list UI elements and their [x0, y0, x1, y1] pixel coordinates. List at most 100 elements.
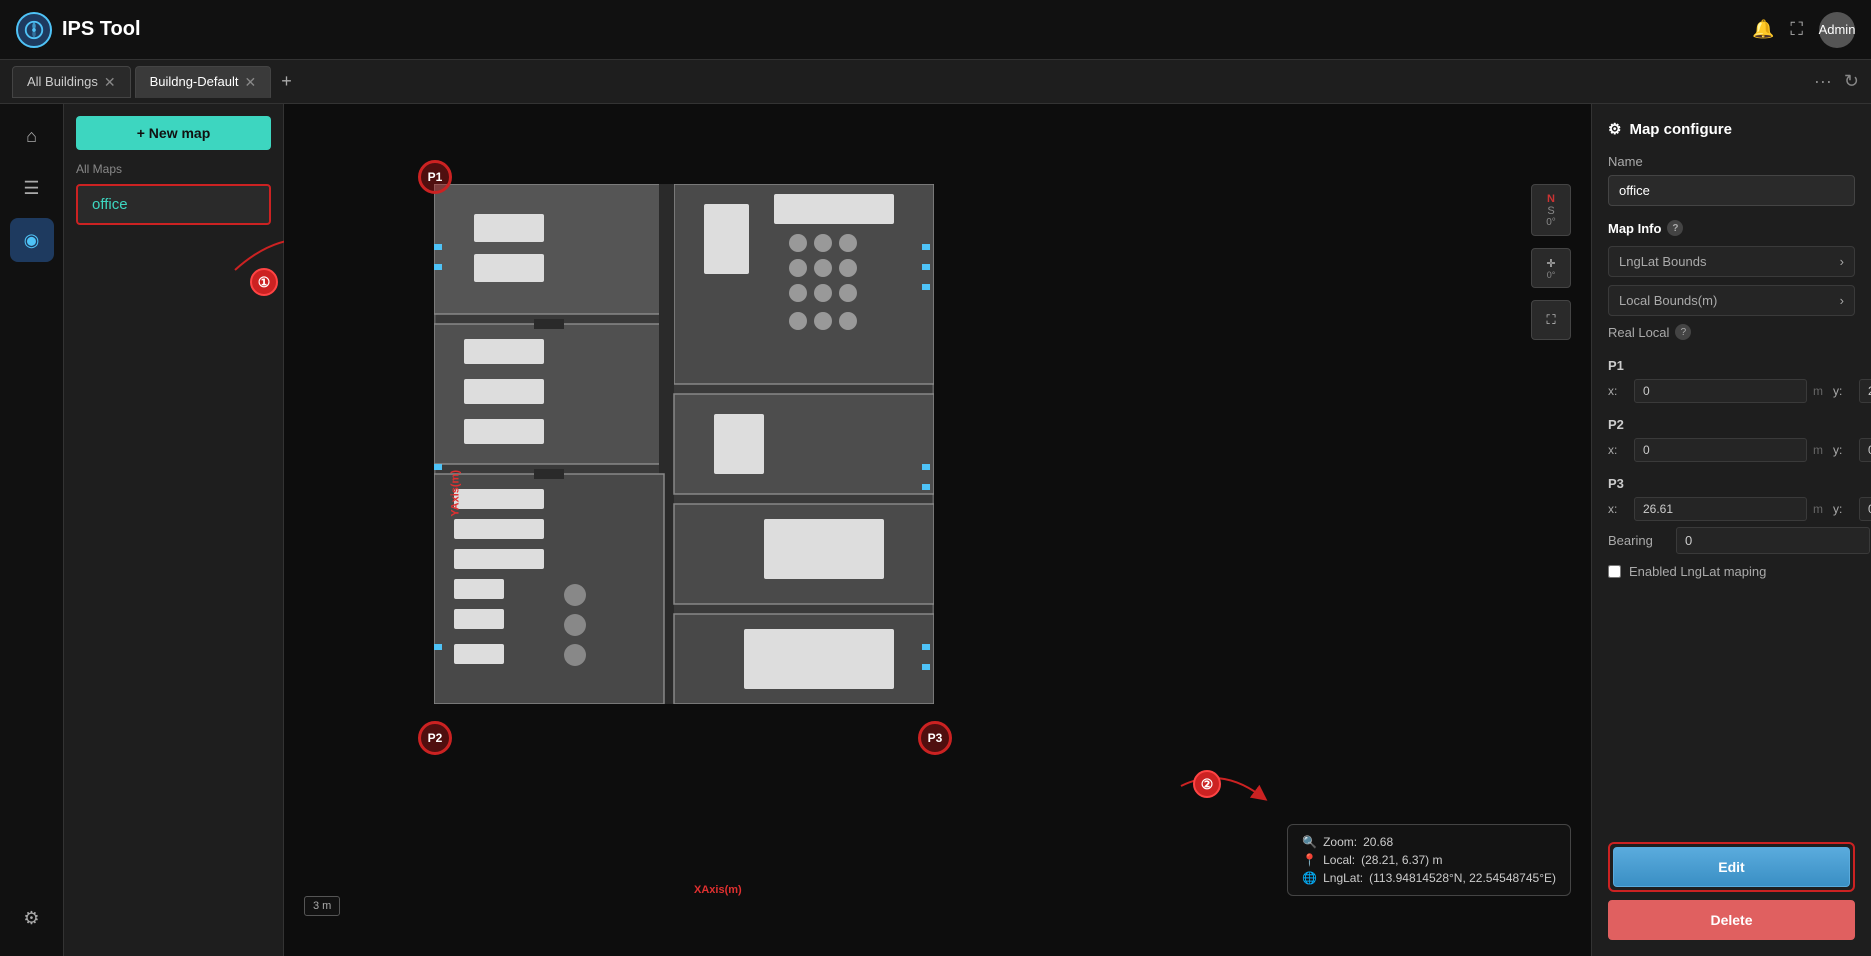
new-map-button[interactable]: + New map [76, 116, 271, 150]
tab-label: Buildng-Default [150, 74, 239, 89]
lnglat-icon: 🌐 [1302, 871, 1317, 885]
zoom-label: Zoom: [1323, 835, 1357, 849]
p1-marker: P1 [418, 160, 452, 194]
p3-x-unit: m [1813, 502, 1827, 516]
lnglat-bounds-label: LngLat Bounds [1619, 254, 1706, 269]
p3-x-input[interactable] [1634, 497, 1807, 521]
local-bounds-label: Local Bounds(m) [1619, 293, 1717, 308]
app-logo [16, 12, 52, 48]
sidebar-item-list[interactable]: ☰ [10, 166, 54, 210]
lnglat-bounds-row[interactable]: LngLat Bounds › [1608, 246, 1855, 277]
annotation-arrow-2 [1181, 756, 1281, 836]
p2-x-label: x: [1608, 443, 1628, 457]
annotation-circle-1: ① [250, 268, 278, 296]
annotation-circle-2: ② [1193, 770, 1221, 798]
map-area[interactable]: P1 P2 P3 XAxis(m) YAxis(m) N S 0° ✛ 0° ⛶ [284, 104, 1591, 956]
bearing-row: Bearing [1608, 527, 1855, 554]
tab-add-button[interactable]: + [275, 71, 298, 92]
notification-icon[interactable]: 🔔 [1752, 19, 1774, 40]
right-panel-header: ⚙ Map configure [1608, 120, 1855, 138]
local-icon: 📍 [1302, 853, 1317, 867]
delete-button[interactable]: Delete [1608, 900, 1855, 940]
tabbar-right-actions: ··· ↻ [1814, 71, 1859, 92]
sidebar-item-map[interactable]: ◉ [10, 218, 54, 262]
real-local-help-icon[interactable]: ? [1675, 324, 1691, 340]
sidebar-bottom: ⚙ [10, 896, 54, 956]
avatar[interactable]: Admin [1819, 12, 1855, 48]
p1-label: P1 [1608, 358, 1855, 373]
bearing-label: Bearing [1608, 533, 1668, 548]
map-list-item-office[interactable]: office [76, 184, 271, 225]
chevron-right-icon: › [1840, 293, 1844, 308]
settings-icon: ⚙ [23, 908, 39, 929]
p1-coords: x: m y: m [1608, 379, 1855, 403]
lnglat-value: (113.94814528°N, 22.54548745°E) [1369, 871, 1556, 885]
floorplan [434, 184, 934, 704]
map-controls: N S 0° ✛ 0° ⛶ [1531, 184, 1571, 340]
local-value: (28.21, 6.37) m [1361, 853, 1442, 867]
p3-label: P3 [1608, 476, 1855, 491]
info-overlay: 🔍 Zoom: 20.68 📍 Local: (28.21, 6.37) m 🌐… [1287, 824, 1571, 896]
app-title: IPS Tool [62, 18, 141, 41]
left-panel: + New map All Maps office ① [64, 104, 284, 956]
local-label: Local: [1323, 853, 1355, 867]
sidebar-item-settings[interactable]: ⚙ [10, 896, 54, 940]
header: IPS Tool 🔔 ⛶ Admin [0, 0, 1871, 60]
tab-close-icon[interactable]: ✕ [104, 75, 116, 89]
real-local-label: Real Local [1608, 325, 1669, 340]
south-label: S [1547, 205, 1554, 217]
name-input[interactable] [1608, 175, 1855, 206]
scale-bar: 3 m [304, 896, 340, 916]
local-bounds-row[interactable]: Local Bounds(m) › [1608, 285, 1855, 316]
zoom-icon: 🔍 [1302, 835, 1317, 849]
p2-y-input[interactable] [1859, 438, 1871, 462]
right-panel: ⚙ Map configure Name Map Info ? LngLat B… [1591, 104, 1871, 956]
list-icon: ☰ [23, 178, 39, 199]
more-options-icon[interactable]: ··· [1814, 71, 1832, 92]
p3-marker: P3 [918, 721, 952, 755]
lnglat-label: LngLat: [1323, 871, 1363, 885]
move-degrees: 0° [1547, 270, 1556, 280]
zoom-value: 20.68 [1363, 835, 1393, 849]
refresh-icon[interactable]: ↻ [1844, 71, 1859, 92]
p3-y-label: y: [1833, 502, 1853, 516]
p2-x-input[interactable] [1634, 438, 1807, 462]
north-label: N [1547, 193, 1555, 205]
home-icon: ⌂ [26, 126, 37, 147]
tab-close-icon[interactable]: ✕ [244, 75, 256, 89]
bearing-input[interactable] [1676, 527, 1870, 554]
p1-x-input[interactable] [1634, 379, 1807, 403]
p2-y-label: y: [1833, 443, 1853, 457]
compass-control[interactable]: N S 0° [1531, 184, 1571, 236]
p3-y-input[interactable] [1859, 497, 1871, 521]
tab-label: All Buildings [27, 74, 98, 89]
name-section-label: Name [1608, 154, 1855, 169]
map-info-header: Map Info ? [1608, 220, 1855, 236]
lnglat-mapping-label: Enabled LngLat maping [1629, 564, 1766, 579]
chevron-right-icon: › [1840, 254, 1844, 269]
tabbar: All Buildings ✕ Buildng-Default ✕ + ··· … [0, 60, 1871, 104]
compass-degrees: 0° [1546, 217, 1556, 228]
p2-coords: x: m y: m [1608, 438, 1855, 462]
tab-all-buildings[interactable]: All Buildings ✕ [12, 66, 131, 98]
x-axis-label: XAxis(m) [694, 884, 742, 896]
map-info-help-icon[interactable]: ? [1667, 220, 1683, 236]
lnglat-mapping-checkbox[interactable] [1608, 565, 1621, 578]
map-info-label: Map Info [1608, 221, 1661, 236]
fullscreen-icon[interactable]: ⛶ [1790, 19, 1803, 40]
edit-button[interactable]: Edit [1613, 847, 1850, 887]
fullscreen-icon: ⛶ [1546, 312, 1555, 328]
sidebar-item-home[interactable]: ⌂ [10, 114, 54, 158]
main-layout: ⌂ ☰ ◉ ⚙ + New map All Maps office [0, 104, 1871, 956]
sidebar-icons: ⌂ ☰ ◉ ⚙ [0, 104, 64, 956]
p3-x-label: x: [1608, 502, 1628, 516]
move-control[interactable]: ✛ 0° [1531, 248, 1571, 288]
p1-x-unit: m [1813, 384, 1827, 398]
p2-marker: P2 [418, 721, 452, 755]
p1-y-label: y: [1833, 384, 1853, 398]
map-pin-icon: ◉ [24, 230, 40, 251]
tab-building-default[interactable]: Buildng-Default ✕ [135, 66, 272, 98]
fullscreen-control[interactable]: ⛶ [1531, 300, 1571, 340]
gear-icon: ⚙ [1608, 120, 1621, 138]
p1-y-input[interactable] [1859, 379, 1871, 403]
